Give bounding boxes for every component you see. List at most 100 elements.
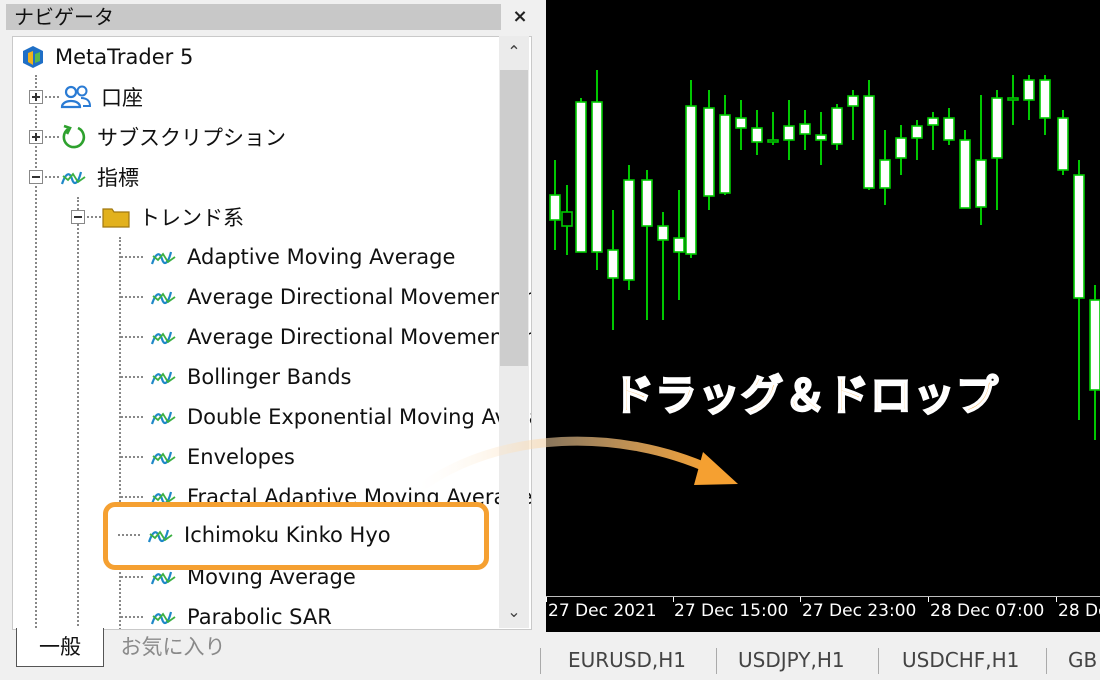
candle-body (879, 159, 891, 189)
tree-item-indicator-selected[interactable]: Ichimoku Kinko Hyo (118, 517, 391, 553)
tree-connector (45, 136, 59, 138)
candle-body (623, 179, 635, 281)
candle-body (815, 134, 827, 141)
tree-item-trend-folder[interactable]: トレンド系 (71, 199, 244, 235)
candle-body (657, 225, 669, 241)
candle-body (561, 211, 573, 227)
candle-body (943, 117, 955, 141)
tab-separator (716, 648, 717, 674)
close-icon[interactable]: × (508, 4, 532, 30)
indicator-icon (150, 251, 176, 265)
tree-connector (121, 376, 143, 378)
navigator-panel: ナビゲータ × MetaTrader 5 口座 サブスクリプション 指標 トレン… (0, 0, 540, 680)
tree-item-label: Bollinger Bands (187, 365, 352, 389)
candle-body (673, 237, 685, 253)
candle-body (927, 117, 939, 126)
tree-item-label: MetaTrader 5 (55, 45, 194, 69)
tab-usdchf[interactable]: USDCHF,H1 (902, 640, 1019, 680)
drag-drop-annotation: ドラッグ＆ドロップ (611, 370, 1000, 421)
tree-item-indicator[interactable]: Adaptive Moving Average (121, 239, 455, 275)
candle-body (799, 123, 811, 135)
candle-body (703, 107, 715, 197)
tree-item-label: Average Directional Movement Index (187, 285, 531, 309)
highlighted-indicator[interactable]: Ichimoku Kinko Hyo (103, 502, 489, 570)
time-label: 27 Dec 23:00 (802, 601, 917, 621)
navigator-title: ナビゲータ (6, 4, 501, 30)
axis-tick (1056, 597, 1057, 602)
candlestick-chart (549, 70, 1100, 440)
candle-body (575, 101, 587, 253)
tab-separator (878, 648, 879, 674)
tree-item-indicator[interactable]: Double Exponential Moving Average (121, 399, 531, 435)
indicator-icon (150, 451, 176, 465)
tree-connector (45, 96, 59, 98)
tree-item-indicator[interactable]: Parabolic SAR (121, 599, 332, 629)
tab-separator (1046, 648, 1047, 674)
tree-item-label: Parabolic SAR (187, 605, 332, 629)
scroll-up-icon[interactable]: ⌃ (499, 36, 529, 68)
tree-connector (87, 216, 101, 218)
tree-connector (121, 296, 143, 298)
tree-connector (121, 616, 143, 618)
tree-item-label: Envelopes (187, 445, 295, 469)
vertical-scrollbar[interactable]: ⌃ ⌄ (499, 36, 529, 628)
tree-item-root[interactable]: MetaTrader 5 (19, 39, 193, 75)
tree-connector (121, 456, 143, 458)
indicator-icon (150, 611, 176, 625)
candle-body (685, 105, 697, 255)
collapse-icon[interactable] (29, 170, 43, 184)
price-chart[interactable] (546, 0, 1100, 632)
candle-body (1007, 97, 1019, 101)
tab-favorites[interactable]: お気に入り (108, 628, 238, 666)
indicator-icon (60, 171, 86, 185)
scrollbar-thumb[interactable] (500, 70, 528, 366)
tree-item-label: 口座 (101, 86, 143, 110)
candle-body (1073, 174, 1085, 299)
tree-line (77, 197, 79, 629)
navigator-tabs: 一般 お気に入り (12, 628, 530, 668)
tree-connector (121, 256, 143, 258)
time-label: 27 Dec 15:00 (674, 601, 789, 621)
tree-item-indicators[interactable]: 指標 (29, 159, 139, 195)
time-label: 27 Dec 2021 (548, 601, 657, 621)
candle-body (1039, 79, 1051, 119)
axis-tick (546, 597, 547, 602)
candle-body (607, 249, 619, 279)
tree-item-accounts[interactable]: 口座 (29, 79, 143, 115)
indicator-icon (150, 411, 176, 425)
candle-body (735, 117, 747, 129)
indicator-icon (150, 331, 176, 345)
tab-eurusd[interactable]: EURUSD,H1 (568, 640, 686, 680)
tree-connector (121, 576, 143, 578)
candle-body (767, 139, 779, 143)
tree-item-indicator[interactable]: Average Directional Movement Index Wilde… (121, 319, 531, 355)
accounts-icon (60, 85, 92, 109)
tree-item-label: Average Directional Movement Index Wilde… (187, 325, 531, 349)
chart-tabs: EURUSD,H1 USDJPY,H1 USDCHF,H1 GB (540, 640, 1100, 680)
tree-item-indicator[interactable]: Envelopes (121, 439, 295, 475)
tab-usdjpy[interactable]: USDJPY,H1 (738, 640, 845, 680)
tree-item-indicator[interactable]: Average Directional Movement Index (121, 279, 531, 315)
candle-body (911, 125, 923, 139)
expand-icon[interactable] (29, 90, 43, 104)
candle-body (863, 95, 875, 189)
folder-icon (102, 208, 130, 228)
candle-body (1089, 299, 1100, 391)
tree-connector (121, 416, 143, 418)
tab-gb[interactable]: GB (1068, 640, 1097, 680)
time-axis: 27 Dec 2021 27 Dec 15:00 27 Dec 23:00 28… (546, 596, 1100, 631)
scroll-down-icon[interactable]: ⌄ (499, 596, 529, 628)
tree-item-indicator[interactable]: Bollinger Bands (121, 359, 351, 395)
candle-body (895, 137, 907, 159)
collapse-icon[interactable] (71, 210, 85, 224)
candle-body (549, 194, 561, 221)
expand-icon[interactable] (29, 130, 43, 144)
time-label: 28 Dec (1058, 601, 1100, 621)
tab-separator (540, 648, 541, 674)
tab-general[interactable]: 一般 (16, 628, 104, 667)
candle-body (1023, 79, 1035, 101)
indicator-icon (150, 371, 176, 385)
tree-item-subscriptions[interactable]: サブスクリプション (29, 119, 286, 155)
candle-body (847, 95, 859, 107)
tree-item-label: 指標 (97, 166, 139, 190)
